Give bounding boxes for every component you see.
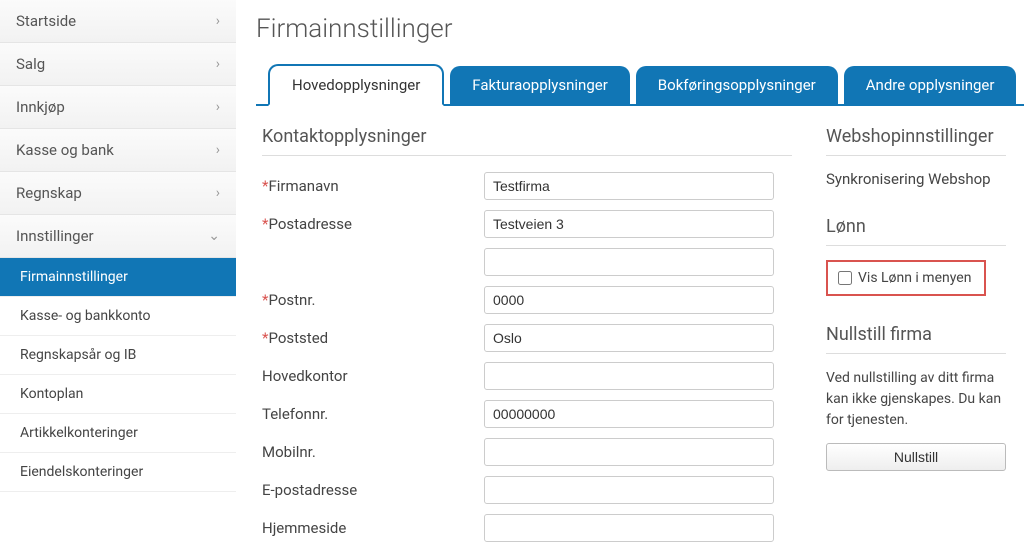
sidebar-item-label: Regnskap xyxy=(16,184,82,202)
chevron-right-icon: › xyxy=(216,142,220,158)
webshop-section: Webshopinnstillinger Synkronisering Webs… xyxy=(826,126,1006,188)
postnr-input[interactable] xyxy=(484,286,774,314)
lonn-checkbox-highlight: Vis Lønn i menyen xyxy=(826,260,986,296)
sidebar-item-innkjop[interactable]: Innkjøp › xyxy=(0,86,236,129)
epost-label: E-postadresse xyxy=(262,481,484,499)
firmanavn-input[interactable] xyxy=(484,172,774,200)
lonn-checkbox[interactable] xyxy=(838,271,852,285)
telefon-label: Telefonnr. xyxy=(262,405,484,423)
epost-input[interactable] xyxy=(484,476,774,504)
postnr-label: *Postnr. xyxy=(262,291,484,309)
tab-hovedopplysninger[interactable]: Hovedopplysninger xyxy=(268,64,444,106)
sidebar-subitems: Firmainnstillinger Kasse- og bankkonto R… xyxy=(0,258,236,492)
sidebar-sub-eiendelskonteringer[interactable]: Eiendelskonteringer xyxy=(0,453,236,492)
right-column: Webshopinnstillinger Synkronisering Webs… xyxy=(796,126,1006,552)
chevron-right-icon: › xyxy=(216,185,220,201)
contact-section-title: Kontaktopplysninger xyxy=(262,126,796,147)
sidebar-sub-artikkelkonteringer[interactable]: Artikkelkonteringer xyxy=(0,414,236,453)
sidebar: Startside › Salg › Innkjøp › Kasse og ba… xyxy=(0,0,236,506)
reset-title: Nullstill firma xyxy=(826,324,1006,345)
sidebar-sub-regnskapsaar-ib[interactable]: Regnskapsår og IB xyxy=(0,336,236,375)
contact-section: Kontaktopplysninger *Firmanavn *Postadre… xyxy=(256,126,796,552)
sidebar-sub-firmainnstillinger[interactable]: Firmainnstillinger xyxy=(0,258,236,297)
chevron-down-icon: ⌄ xyxy=(208,228,220,244)
divider xyxy=(262,155,792,156)
lonn-section: Lønn Vis Lønn i menyen xyxy=(826,216,1006,296)
sidebar-item-label: Startside xyxy=(16,12,76,30)
mobil-label: Mobilnr. xyxy=(262,443,484,461)
sidebar-sub-kasse-bankkonto[interactable]: Kasse- og bankkonto xyxy=(0,297,236,336)
tabs: Hovedopplysninger Fakturaopplysninger Bo… xyxy=(256,64,1024,106)
sidebar-item-label: Innstillinger xyxy=(16,227,94,245)
poststed-input[interactable] xyxy=(484,324,774,352)
tab-bokforingsopplysninger[interactable]: Bokføringsopplysninger xyxy=(636,66,838,104)
webshop-title: Webshopinnstillinger xyxy=(826,126,1006,147)
chevron-right-icon: › xyxy=(216,99,220,115)
hjemmeside-input[interactable] xyxy=(484,514,774,542)
divider xyxy=(826,155,1006,156)
sidebar-item-regnskap[interactable]: Regnskap › xyxy=(0,172,236,215)
page-title: Firmainnstillinger xyxy=(256,14,1024,44)
hjemmeside-label: Hjemmeside xyxy=(262,519,484,537)
sidebar-item-innstillinger[interactable]: Innstillinger ⌄ xyxy=(0,215,236,258)
mobil-input[interactable] xyxy=(484,438,774,466)
divider xyxy=(826,245,1006,246)
reset-button[interactable]: Nullstill xyxy=(826,443,1006,471)
lonn-title: Lønn xyxy=(826,216,1006,237)
tab-fakturaopplysninger[interactable]: Fakturaopplysninger xyxy=(450,66,630,104)
lonn-checkbox-label: Vis Lønn i menyen xyxy=(858,270,971,286)
reset-description: Ved nullstilling av ditt firma kan ikke … xyxy=(826,368,1006,431)
sidebar-sub-kontoplan[interactable]: Kontoplan xyxy=(0,375,236,414)
sidebar-item-label: Salg xyxy=(16,55,45,73)
tab-andre-opplysninger[interactable]: Andre opplysninger xyxy=(844,66,1017,104)
telefon-input[interactable] xyxy=(484,400,774,428)
chevron-right-icon: › xyxy=(216,56,220,72)
sidebar-item-label: Innkjøp xyxy=(16,98,65,116)
hovedkontor-input[interactable] xyxy=(484,362,774,390)
sidebar-item-kasse-og-bank[interactable]: Kasse og bank › xyxy=(0,129,236,172)
webshop-sync-link[interactable]: Synkronisering Webshop xyxy=(826,170,1006,188)
postadresse-input[interactable] xyxy=(484,210,774,238)
poststed-label: *Poststed xyxy=(262,329,484,347)
hovedkontor-label: Hovedkontor xyxy=(262,367,484,385)
reset-section: Nullstill firma Ved nullstilling av ditt… xyxy=(826,324,1006,471)
main-content: Firmainnstillinger Hovedopplysninger Fak… xyxy=(236,0,1024,506)
divider xyxy=(826,353,1006,354)
sidebar-item-startside[interactable]: Startside › xyxy=(0,0,236,43)
sidebar-item-label: Kasse og bank xyxy=(16,141,114,159)
postadresse2-input[interactable] xyxy=(484,248,774,276)
postadresse-label: *Postadresse xyxy=(262,215,484,233)
tab-content: Kontaktopplysninger *Firmanavn *Postadre… xyxy=(256,126,1024,552)
sidebar-item-salg[interactable]: Salg › xyxy=(0,43,236,86)
chevron-right-icon: › xyxy=(216,13,220,29)
firmanavn-label: *Firmanavn xyxy=(262,177,484,195)
